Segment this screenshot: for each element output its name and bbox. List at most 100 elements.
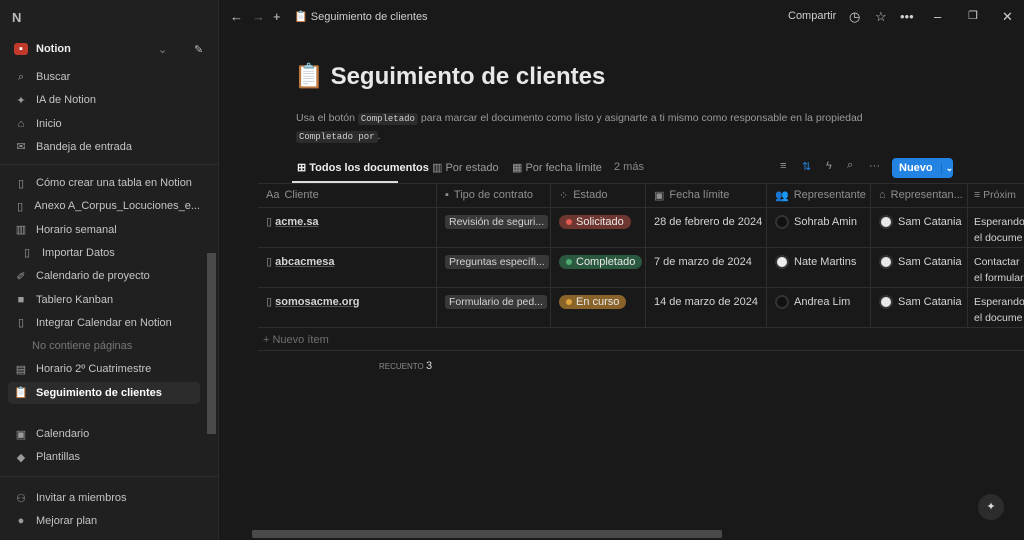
restore-icon[interactable]: ❐	[968, 9, 978, 22]
breadcrumb[interactable]: 📋 Seguimiento de clientes	[294, 10, 428, 23]
table-cell[interactable]: Esperando el docume	[968, 288, 1024, 328]
sidebar-item[interactable]: ⚇ Invitar a miembros	[8, 487, 200, 509]
close-icon[interactable]: ✕	[1002, 9, 1013, 25]
ai-assistant-button[interactable]: ✦	[978, 494, 1004, 520]
share-button[interactable]: Compartir	[788, 10, 836, 22]
table-cell[interactable]: Contactar el formular	[968, 248, 1024, 288]
forward-icon[interactable]: →	[252, 9, 265, 24]
automation-icon[interactable]: ϟ	[826, 160, 832, 172]
table-row[interactable]: ▯ acme.sa Revisión de seguri... Solicitado…	[258, 207, 1024, 248]
client-link[interactable]: acme.sa	[275, 216, 318, 228]
more-icon[interactable]: ···	[869, 160, 880, 172]
sidebar-item[interactable]: ▤ Horario 2º Cuatrimestre	[8, 358, 200, 380]
sidebar-item[interactable]: 📋 Seguimiento de clientes	[8, 381, 200, 404]
column-header[interactable]: ⌂ Representan...	[871, 183, 968, 207]
column-header[interactable]: Aa Cliente	[258, 183, 437, 207]
sidebar-item[interactable]: No contiene páginas	[8, 335, 200, 357]
clipboard-icon: 📋	[14, 387, 28, 400]
avatar	[879, 295, 893, 310]
count-summary[interactable]: RECUENTO 3	[379, 360, 432, 372]
table-cell[interactable]: Sam Catania	[871, 208, 968, 248]
table-cell[interactable]: Andrea Lim	[767, 288, 871, 328]
clipboard-icon: 📋	[294, 63, 324, 90]
new-item-button[interactable]: + Nuevo ítem	[258, 327, 1024, 351]
horizontal-scrollbar[interactable]	[252, 530, 722, 538]
table-row[interactable]: ▯ abcacmesa Preguntas específi... Completa…	[258, 247, 1024, 288]
status-badge: Completado	[559, 255, 643, 269]
page-icon: ▯	[17, 177, 25, 190]
sidebar-item[interactable]: ▥ Horario semanal	[8, 219, 200, 241]
notion-logo-icon[interactable]: N	[12, 10, 21, 25]
table-cell[interactable]: ▯ somosacme.org	[258, 288, 437, 328]
table-cell[interactable]: 7 de marzo de 2024	[646, 248, 767, 288]
new-page-icon[interactable]: ✎	[194, 43, 203, 56]
table-cell[interactable]: En curso	[551, 288, 646, 328]
chevron-down-icon[interactable]: ⌄	[940, 162, 953, 174]
sidebar-item[interactable]: ✉ Bandeja de entrada	[8, 136, 200, 158]
sidebar-item[interactable]: ● Mejorar plan	[8, 510, 200, 532]
sidebar-item[interactable]: ⌕ Buscar	[8, 66, 200, 88]
tab-por-estado[interactable]: ▥ Por estado	[432, 161, 499, 174]
tab-por-fecha[interactable]: ▦ Por fecha límite	[512, 161, 602, 174]
avatar	[775, 215, 789, 230]
add-member-icon: ⚇	[16, 492, 26, 505]
sidebar-item[interactable]: ▯ Integrar Calendar en Notion	[8, 312, 200, 334]
table-cell[interactable]: Completado	[551, 248, 646, 288]
table-cell[interactable]: Revisión de seguri...	[437, 208, 551, 248]
sidebar-item[interactable]: ⌂ Inicio	[8, 113, 200, 135]
sidebar-item[interactable]: ▯ Anexo A_Corpus_Locuciones_e...	[8, 195, 200, 217]
workspace-switcher[interactable]: ▪ Notion ⌄ ✎	[8, 38, 203, 60]
sidebar-item[interactable]: ■ Tablero Kanban	[8, 289, 200, 311]
client-link[interactable]: somosacme.org	[275, 296, 359, 308]
back-icon[interactable]: ←	[230, 9, 243, 24]
minimize-icon[interactable]: –	[934, 9, 941, 24]
column-header[interactable]: 👥 Representante	[767, 183, 871, 207]
sidebar-item[interactable]: ▣ Calendario	[8, 423, 200, 445]
chevron-down-icon[interactable]: ⌄	[158, 43, 167, 56]
sidebar-item[interactable]: ◆ Plantillas	[8, 446, 200, 468]
page-icon: ▯	[266, 256, 273, 268]
table-cell[interactable]: Sam Catania	[871, 288, 968, 328]
table-cell[interactable]: ▯ acme.sa	[258, 208, 437, 248]
sidebar-item[interactable]: ✦ IA de Notion	[8, 89, 200, 111]
calendar-icon: ▣	[15, 428, 27, 441]
table-cell[interactable]: Formulario de ped...	[437, 288, 551, 328]
page-title[interactable]: 📋 Seguimiento de clientes	[294, 62, 605, 91]
more-views[interactable]: 2 más	[614, 161, 644, 173]
workspace-icon: ▪	[14, 43, 28, 55]
table-cell[interactable]: 28 de febrero de 2024	[646, 208, 767, 248]
column-header[interactable]: ▪ Tipo de contrato	[437, 183, 551, 207]
column-type-icon: ⁘	[559, 189, 569, 202]
search-icon[interactable]: ⌕	[847, 159, 853, 172]
contract-tag: Revisión de seguri...	[445, 215, 549, 229]
table-cell[interactable]: Nate Martins	[767, 248, 871, 288]
history-icon[interactable]: ◷	[849, 9, 860, 25]
sort-icon[interactable]: ⇅	[802, 160, 811, 173]
avatar	[775, 255, 789, 270]
column-header[interactable]: ≡ Próxim	[968, 183, 1024, 207]
sidebar-item[interactable]: ▯ Importar Datos	[8, 242, 200, 264]
more-icon[interactable]: •••	[900, 9, 914, 24]
table-cell[interactable]: ▯ abcacmesa	[258, 248, 437, 288]
sidebar-scrollbar[interactable]	[207, 253, 216, 434]
table-row[interactable]: ▯ somosacme.org Formulario de ped... En cu…	[258, 287, 1024, 328]
column-header[interactable]: ▣ Fecha límite	[646, 183, 767, 207]
table-cell[interactable]: Preguntas específi...	[437, 248, 551, 288]
sidebar-item[interactable]: ▯ Cómo crear una tabla en Notion	[8, 172, 200, 194]
inbox-icon: ✉	[16, 141, 26, 154]
sidebar-item[interactable]: ✐ Calendario de proyecto	[8, 265, 200, 287]
new-button[interactable]: Nuevo ⌄	[892, 158, 953, 178]
table-cell[interactable]: Esperando el docume	[968, 208, 1024, 248]
table-cell[interactable]: Sohrab Amin	[767, 208, 871, 248]
add-icon[interactable]: +	[273, 9, 281, 24]
tab-todos[interactable]: ⊞ Todos los documentos	[297, 161, 429, 174]
filter-icon[interactable]: ≡	[780, 160, 786, 172]
star-icon[interactable]: ☆	[875, 9, 887, 25]
column-header[interactable]: ⁘ Estado	[551, 183, 646, 207]
table-cell[interactable]: 14 de marzo de 2024	[646, 288, 767, 328]
client-link[interactable]: abcacmesa	[275, 256, 334, 268]
table-cell[interactable]: Sam Catania	[871, 248, 968, 288]
page-icon: ▯	[17, 200, 24, 213]
column-type-icon: Aa	[266, 189, 280, 201]
table-cell[interactable]: Solicitado	[551, 208, 646, 248]
